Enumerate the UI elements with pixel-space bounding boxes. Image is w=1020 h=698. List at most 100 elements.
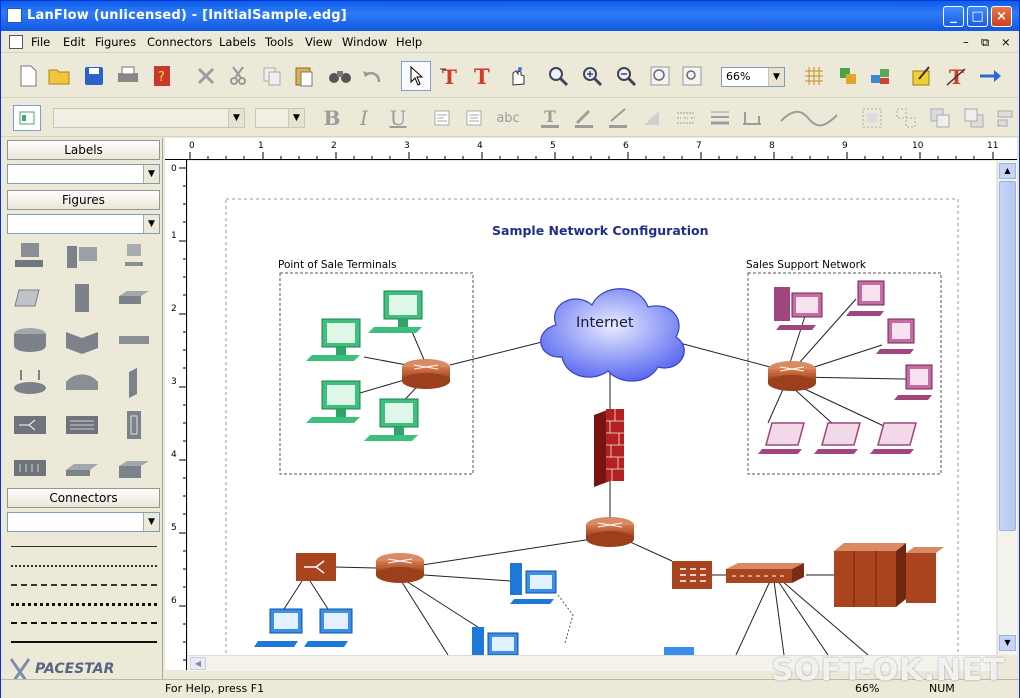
zoom-in-icon[interactable] [579,63,605,89]
hand-link-icon[interactable] [503,63,529,89]
chevron-down-icon[interactable]: ▼ [768,68,784,86]
line-width-icon[interactable] [707,105,733,131]
scroll-up-icon[interactable]: ▲ [999,163,1016,179]
text-rotate-icon[interactable]: T [437,63,463,89]
group-icon[interactable] [859,105,885,131]
figures-panel-header[interactable]: Figures [7,190,160,210]
dotted-line-connector[interactable] [11,565,157,567]
chevron-down-icon[interactable]: ▼ [143,215,159,233]
font-name-select[interactable]: ▼ [53,108,245,128]
chevron-down-icon[interactable]: ▼ [143,165,159,183]
menu-figures[interactable]: Figures [95,35,136,49]
color-picker-icon[interactable] [909,63,935,89]
network-library-icon[interactable] [867,63,893,89]
diagram-canvas[interactable]: Sample Network Configuration Point of Sa… [188,161,996,655]
laptop-shape-icon[interactable] [11,282,49,316]
bridge-shape-icon[interactable] [115,324,153,358]
menu-connectors[interactable]: Connectors [147,35,212,49]
help-book-icon[interactable]: ? [149,63,175,89]
underline-icon[interactable]: U [385,105,411,131]
delete-icon[interactable] [193,63,219,89]
copy-icon[interactable] [259,63,285,89]
grid-icon[interactable] [801,63,827,89]
menu-file[interactable]: File [31,35,50,49]
connectors-select[interactable]: ▼ [7,512,160,532]
storage-shape-icon[interactable] [115,408,153,442]
menu-labels[interactable]: Labels [219,35,256,49]
bold-icon[interactable]: B [319,105,345,131]
text-format-icon[interactable]: T [943,63,969,89]
fill-color-icon[interactable] [639,105,665,131]
thick-dotted-connector[interactable] [11,603,157,606]
patch-panel-shape-icon[interactable] [63,408,101,442]
menu-window[interactable]: Window [342,35,387,49]
select-pointer-icon[interactable] [401,61,431,91]
layer-icon[interactable] [13,105,41,131]
open-folder-icon[interactable] [47,63,73,89]
menu-help[interactable]: Help [396,35,422,49]
bring-front-icon[interactable] [927,105,953,131]
print-icon[interactable] [115,63,141,89]
dashed-line-connector[interactable] [11,584,157,586]
ungroup-icon[interactable] [893,105,919,131]
align-objects-icon[interactable] [993,105,1019,131]
zoom-fit-icon[interactable] [679,63,705,89]
scroll-down-icon[interactable]: ▼ [999,635,1016,651]
document-icon[interactable] [9,35,23,49]
menu-view[interactable]: View [305,35,332,49]
router-shape-icon[interactable] [11,324,49,358]
mdi-minimize-icon[interactable]: – [963,35,969,49]
mdi-close-icon[interactable]: × [1001,35,1011,49]
figure-library-icon[interactable] [835,63,861,89]
line-color-icon[interactable] [571,105,597,131]
connector-arrow-icon[interactable] [977,63,1003,89]
chevron-down-icon[interactable]: ▼ [228,109,244,127]
curve-connector-icon[interactable] [779,105,839,131]
wireless-router-shape-icon[interactable] [11,366,49,400]
figures-select[interactable]: ▼ [7,214,160,234]
pen-color-icon[interactable] [605,105,631,131]
dash-dot-connector[interactable] [11,622,157,624]
maximize-button[interactable]: □ [967,6,988,27]
menu-edit[interactable]: Edit [63,35,85,49]
text-color-icon[interactable]: T [537,105,563,131]
title-bar[interactable]: LanFlow (unlicensed) - [InitialSample.ed… [1,1,1019,31]
firewall-appliance-shape-icon[interactable] [63,450,101,484]
labels-select[interactable]: ▼ [7,164,160,184]
hub-shape-icon[interactable] [63,324,101,358]
scroll-left-icon[interactable]: ◀ [190,657,206,670]
spelling-icon[interactable]: abc [495,105,521,131]
access-server-shape-icon[interactable] [63,366,101,400]
labels-panel-header[interactable]: Labels [7,140,160,160]
zoom-page-icon[interactable] [647,63,673,89]
desktop-shape-icon[interactable] [63,240,101,274]
arrow-line-connector[interactable] [11,641,157,643]
italic-icon[interactable]: I [351,105,377,131]
new-file-icon[interactable] [15,63,41,89]
mdi-restore-icon[interactable]: ⧉ [981,35,989,50]
vertical-scrollbar[interactable]: ▲ ▼ [997,161,1017,655]
cut-icon[interactable] [225,63,251,89]
close-button[interactable]: × [991,6,1012,27]
workstation-shape-icon[interactable] [11,240,49,274]
find-binoculars-icon[interactable] [327,63,353,89]
line-style-icon[interactable] [673,105,699,131]
modem-shape-icon[interactable] [11,450,49,484]
minimize-button[interactable]: _ [943,6,964,27]
align-center-icon[interactable] [461,105,487,131]
switch-shape-icon[interactable] [115,282,153,316]
zoom-select[interactable]: 66% ▼ [721,67,785,87]
rack-shape-icon[interactable] [115,366,153,400]
menu-tools[interactable]: Tools [265,35,293,49]
text-tool-icon[interactable]: T [469,63,495,89]
solid-line-connector[interactable] [11,546,157,547]
scroll-thumb[interactable] [999,181,1016,531]
arrowhead-icon[interactable] [739,105,765,131]
tower-shape-icon[interactable] [63,282,101,316]
send-back-icon[interactable] [961,105,987,131]
chevron-down-icon[interactable]: ▼ [143,513,159,531]
save-icon[interactable] [81,63,107,89]
font-size-select[interactable]: ▼ [255,108,305,128]
paste-icon[interactable] [291,63,317,89]
zoom-out-icon[interactable] [613,63,639,89]
